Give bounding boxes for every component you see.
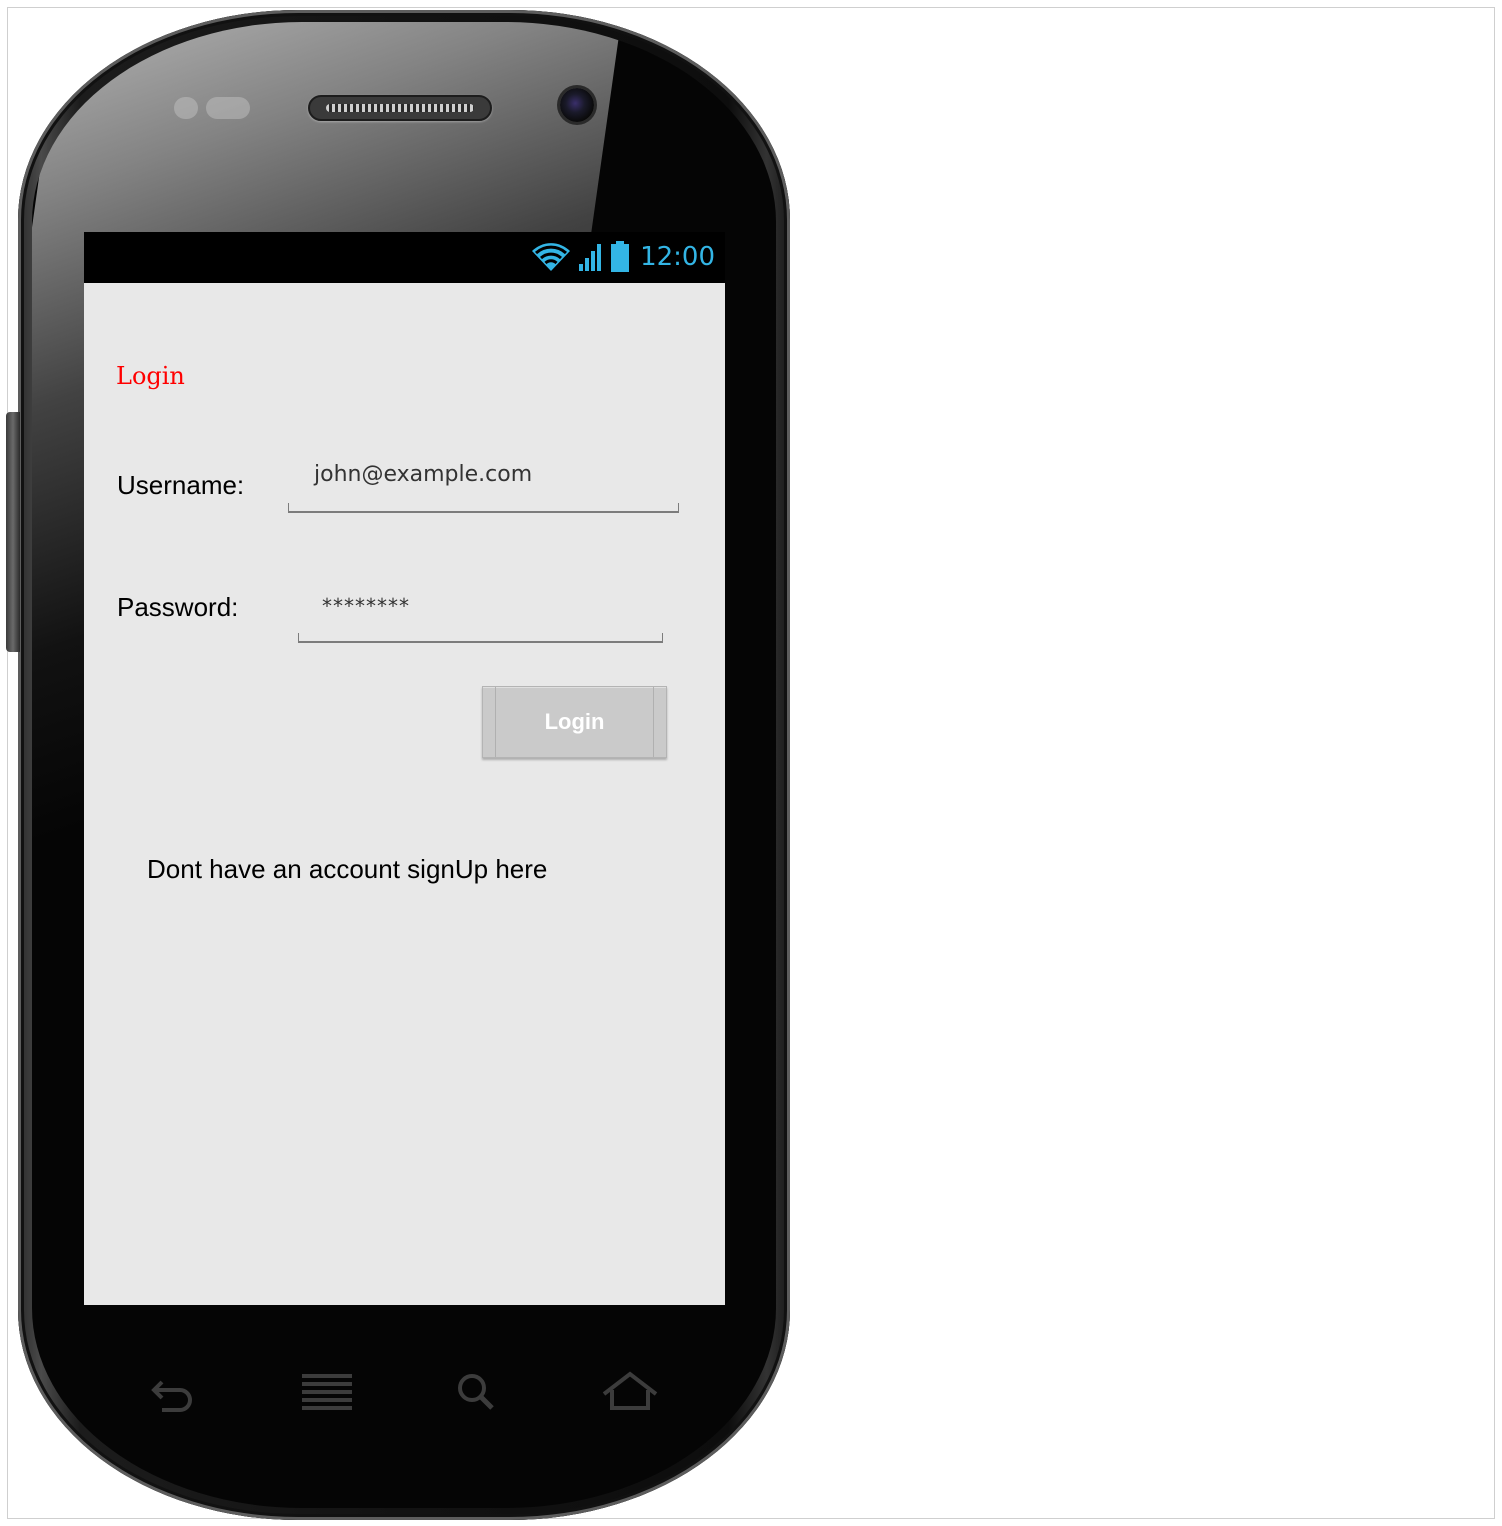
proximity-sensor [174, 97, 198, 119]
button-edge-left [495, 687, 496, 757]
wifi-icon [532, 243, 571, 271]
password-field[interactable]: ******** [298, 592, 663, 643]
status-clock: 12:00 [640, 242, 715, 272]
login-button[interactable]: Login [482, 686, 667, 758]
earpiece-speaker [308, 95, 492, 121]
menu-icon[interactable] [298, 1360, 358, 1424]
signup-link[interactable]: Dont have an account signUp here [147, 854, 547, 885]
status-bar: 12:00 [84, 232, 725, 283]
search-icon[interactable] [446, 1360, 506, 1424]
navigation-bar [130, 1360, 670, 1424]
username-underline [288, 503, 679, 513]
app-screen: 12:00 Login Username: john@example.com P… [84, 232, 725, 1305]
status-icons: 12:00 [530, 240, 715, 274]
front-camera [560, 88, 594, 122]
home-icon[interactable] [600, 1360, 660, 1424]
battery-icon [611, 241, 630, 272]
light-sensor [206, 97, 250, 119]
speaker-grill [326, 104, 474, 112]
password-label: Password: [117, 592, 239, 622]
signal-icon [579, 244, 602, 271]
login-button-label: Login [544, 709, 605, 734]
volume-key [6, 412, 20, 652]
page-title: Login [116, 362, 185, 390]
back-icon[interactable] [140, 1360, 200, 1424]
username-label: Username: [117, 470, 245, 500]
username-value: john@example.com [314, 462, 533, 487]
password-value: ******** [322, 594, 410, 618]
button-edge-right [653, 687, 654, 757]
password-underline [298, 633, 663, 643]
username-field[interactable]: john@example.com [288, 462, 679, 513]
